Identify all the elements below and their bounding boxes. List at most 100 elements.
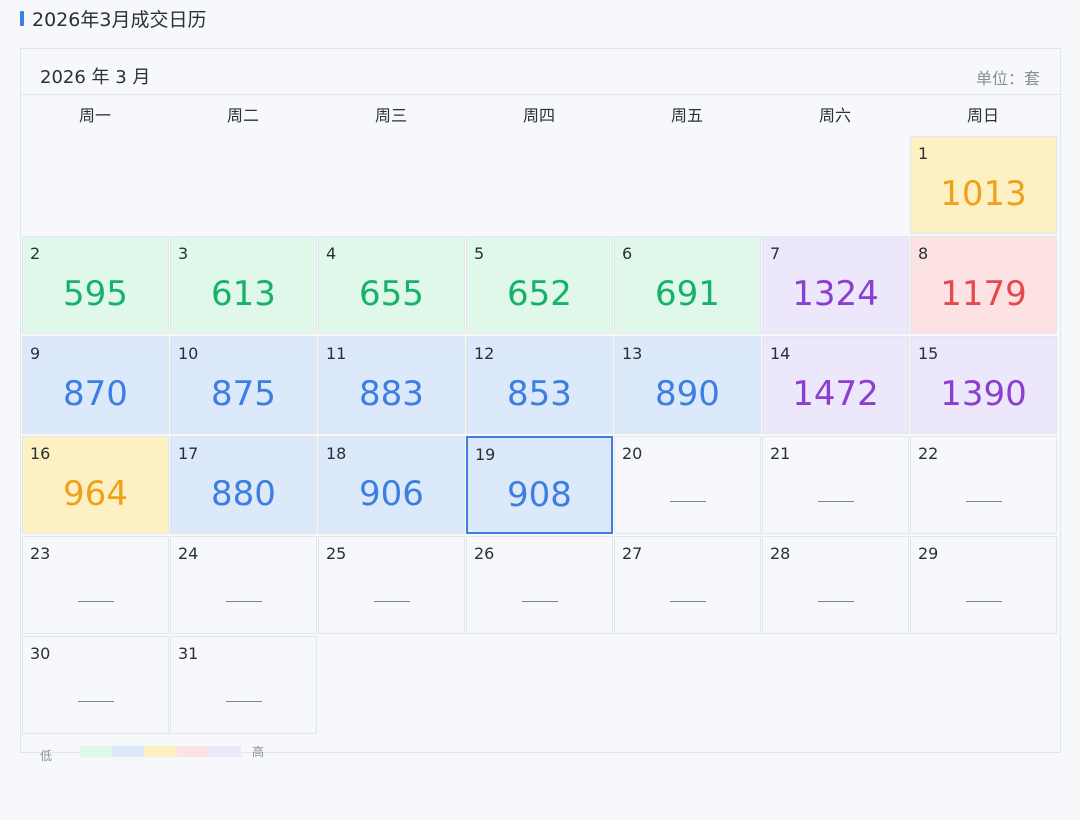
day-number: 8 [918,244,929,263]
day-value: 964 [63,474,128,514]
day-value: 853 [507,374,572,414]
no-data-dash [522,601,558,602]
day-cell[interactable]: 3 613 [170,236,317,334]
day-number: 20 [622,444,643,463]
day-cell[interactable]: 21 [762,436,909,534]
day-value: 1324 [792,274,879,314]
day-value: 908 [507,475,572,515]
day-value: 883 [359,374,424,414]
month-label: 2026 年 3 月 [40,67,151,88]
no-data-dash [78,701,114,702]
day-cell[interactable]: 4 655 [318,236,465,334]
no-data-dash [818,501,854,502]
unit-label: 单位：套 [975,69,1040,88]
day-cell[interactable]: 17 880 [170,436,317,534]
day-cell[interactable]: 13 890 [614,336,761,434]
no-data-dash [374,601,410,602]
day-value: 652 [507,274,572,314]
legend-swatch [144,746,177,757]
day-number: 26 [474,544,495,563]
day-number: 3 [178,244,189,263]
day-cell[interactable]: 26 [466,536,613,634]
day-cell[interactable]: 8 1179 [910,236,1057,334]
no-data-dash [670,601,706,602]
day-number: 7 [770,244,781,263]
day-number: 16 [30,444,51,463]
day-number: 5 [474,244,485,263]
weekday-header: 周五 [670,106,703,125]
day-cell[interactable]: 6 691 [614,236,761,334]
no-data-dash [78,601,114,602]
day-cell[interactable]: 1 1013 [910,136,1057,234]
day-cell[interactable]: 7 1324 [762,236,909,334]
title-accent-bar [20,10,24,26]
day-number: 28 [770,544,791,563]
day-number: 6 [622,244,633,263]
day-cell[interactable]: 30 [22,636,169,734]
day-value: 890 [655,374,720,414]
day-cell[interactable]: 10 875 [170,336,317,434]
day-number: 17 [178,444,199,463]
day-number: 15 [918,344,939,363]
no-data-dash [226,601,262,602]
day-cell[interactable]: 12 853 [466,336,613,434]
legend-high-label: 高 [252,745,265,759]
weekday-header: 周日 [966,106,999,125]
weekday-header: 周六 [818,106,851,125]
weekday-header: 周四 [522,106,555,125]
day-cell[interactable]: 2 595 [22,236,169,334]
day-cell[interactable]: 31 [170,636,317,734]
day-cell[interactable]: 9 870 [22,336,169,434]
day-number: 19 [475,445,496,464]
day-value: 613 [211,274,276,314]
no-data-dash [670,501,706,502]
day-number: 12 [474,344,495,363]
legend-swatch [80,746,113,757]
weekday-header: 周一 [78,106,111,125]
day-cell[interactable]: 14 1472 [762,336,909,434]
day-number: 9 [30,344,41,363]
day-number: 31 [178,644,199,663]
page-title-text: 2026年3月成交日历 [32,8,207,31]
day-cell[interactable]: 18 906 [318,436,465,534]
day-value: 880 [211,474,276,514]
day-number: 2 [30,244,41,263]
page-title: 2026年3月成交日历 [20,6,207,31]
day-cell[interactable]: 28 [762,536,909,634]
day-value: 655 [359,274,424,314]
day-cell[interactable]: 16 964 [22,436,169,534]
day-number: 1 [918,144,929,163]
day-cell[interactable]: 27 [614,536,761,634]
day-cell[interactable]: 22 [910,436,1057,534]
day-cell[interactable]: 15 1390 [910,336,1057,434]
day-number: 10 [178,344,199,363]
no-data-dash [966,601,1002,602]
day-cell[interactable]: 11 883 [318,336,465,434]
day-number: 18 [326,444,347,463]
day-cell[interactable]: 29 [910,536,1057,634]
day-number: 4 [326,244,337,263]
day-cell[interactable]: 5 652 [466,236,613,334]
day-cell[interactable]: 20 [614,436,761,534]
day-cell[interactable]: 19 908 [466,436,613,534]
day-number: 23 [30,544,51,563]
legend-swatch [208,746,242,757]
day-value: 875 [211,374,276,414]
no-data-dash [226,701,262,702]
legend-color-scale [80,746,242,757]
calendar-panel: 2026 年 3 月 单位：套 周一 周二 周三 周四 周五 周六 周日 1 1013 2 595… [20,48,1061,753]
day-cell[interactable]: 24 [170,536,317,634]
no-data-dash [966,501,1002,502]
day-value: 1390 [940,374,1027,414]
day-cell[interactable]: 25 [318,536,465,634]
legend-low-label: 低 [40,749,53,763]
day-number: 27 [622,544,643,563]
legend-swatch [176,746,209,757]
day-number: 21 [770,444,791,463]
day-value: 1179 [940,274,1027,314]
weekday-header: 周二 [226,106,259,125]
calendar-grid: 1 1013 2 595 3 613 4 655 5 652 6 691 7 1324 8 1179 9 870 1… [21,135,1061,735]
day-number: 13 [622,344,643,363]
day-cell[interactable]: 23 [22,536,169,634]
day-value: 1013 [940,174,1027,214]
